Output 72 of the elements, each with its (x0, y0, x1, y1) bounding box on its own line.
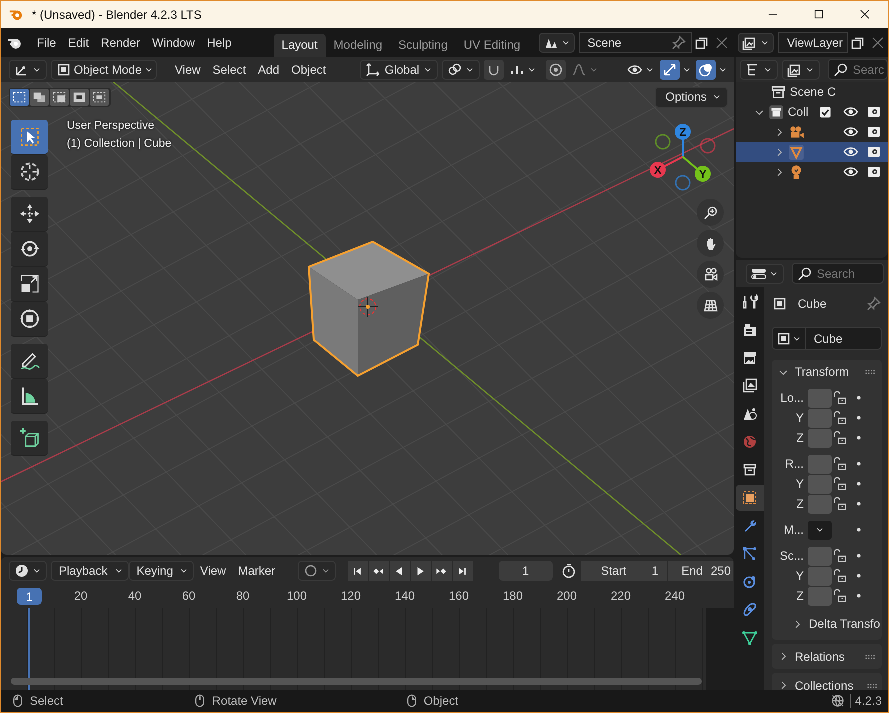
object-name: Cube (798, 297, 827, 311)
frame-number: 240 (664, 589, 686, 603)
menu-item[interactable]: Object (286, 62, 332, 76)
current-frame-marker[interactable]: 1 (17, 588, 42, 605)
frame-number: 100 (286, 589, 308, 603)
menu-dropdown[interactable]: Keying (128, 561, 194, 581)
property-label: R... (784, 457, 805, 471)
outliner-row[interactable]: Coll (736, 102, 888, 122)
scene-field[interactable]: Scene (578, 32, 692, 53)
panel-header[interactable]: Collections (772, 673, 882, 690)
subpanel-title: Delta Transfo (809, 617, 880, 631)
menu-item[interactable]: Add (252, 62, 286, 76)
viewport-info-text: User Perspective (67, 120, 156, 134)
object-name-field[interactable]: Cube (772, 327, 882, 350)
viewport-info-text: (1) Collection | Cube (67, 138, 172, 152)
current-frame-field[interactable]: 1 (498, 561, 554, 581)
status-hint: Object (424, 694, 459, 708)
options-button[interactable]: Options (654, 86, 728, 108)
search-field[interactable]: Search (792, 263, 884, 284)
end-frame-field[interactable]: End 250 (668, 561, 733, 581)
outliner-row[interactable]: Scene C (736, 82, 888, 102)
window-title: * (Unsaved) - Blender 4.2.3 LTS (32, 8, 202, 22)
workspace-tab[interactable]: UV Editing (456, 34, 529, 57)
outliner-label: Scene C (790, 85, 836, 99)
property-label: Y (794, 411, 805, 425)
menu-item[interactable]: File (31, 36, 62, 50)
menu-item[interactable]: Window (146, 36, 202, 50)
status-hint: Rotate View (212, 694, 277, 708)
version-label: 4.2.3 (850, 694, 882, 708)
menu-item[interactable]: View (194, 564, 232, 578)
view-layer-field[interactable]: ViewLayer (778, 32, 848, 53)
start-frame-field[interactable]: Start 1 (581, 561, 667, 581)
panel-header[interactable]: Relations (772, 644, 882, 669)
frame-number: 120 (340, 589, 362, 603)
property-label: M... (783, 523, 805, 537)
property-label: Y (794, 569, 805, 583)
property-label: Lo... (780, 391, 805, 405)
menu-item[interactable]: Render (95, 36, 146, 50)
panel-title: Relations (795, 650, 846, 664)
status-hint: Select (30, 694, 64, 708)
panel-title: Transform (795, 365, 850, 379)
frame-number: 180 (502, 589, 524, 603)
menu-dropdown[interactable]: Playback (51, 561, 129, 581)
frame-number: 140 (394, 589, 416, 603)
frame-number: 20 (74, 589, 88, 603)
menu-item[interactable]: View (169, 62, 207, 76)
outliner-label: Coll (788, 105, 809, 119)
property-label: Z (796, 497, 805, 511)
menu-item[interactable]: Help (201, 36, 238, 50)
property-label: Z (796, 431, 805, 445)
axis-gizmo-drawing[interactable]: X Y Z (650, 124, 716, 191)
menu-item[interactable]: Select (206, 62, 252, 76)
panel-header[interactable]: Transform (772, 360, 882, 384)
orientation-dropdown[interactable]: Global (360, 60, 438, 80)
property-label: Sc... (778, 549, 805, 563)
frame-number: 40 (128, 589, 142, 603)
workspace-tab[interactable]: Sculpting (390, 34, 456, 57)
menu-item[interactable]: Edit (62, 36, 96, 50)
workspace-tab[interactable]: Layout (274, 34, 326, 57)
panel-title: Collections (795, 678, 854, 690)
menu-item[interactable]: Marker (232, 564, 282, 578)
property-label: Z (796, 589, 805, 603)
mode-dropdown[interactable]: Object Mode (51, 60, 157, 80)
frame-number: 80 (236, 589, 250, 603)
frame-number: 220 (610, 589, 632, 603)
property-label: Y (794, 477, 805, 491)
frame-number: 160 (448, 589, 470, 603)
search-field[interactable]: Searc (828, 59, 888, 80)
subpanel-header[interactable]: Delta Transfo (772, 612, 882, 636)
workspace-tab[interactable]: Modeling (326, 34, 390, 57)
frame-number: 200 (556, 589, 578, 603)
frame-number: 60 (182, 589, 196, 603)
